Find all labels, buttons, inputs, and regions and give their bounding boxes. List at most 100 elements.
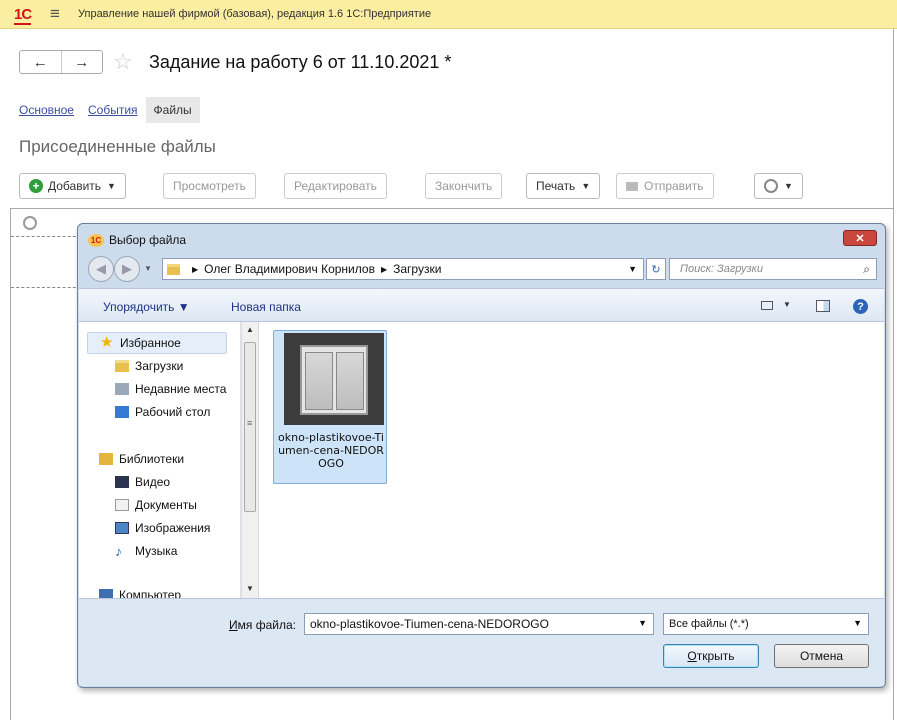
navigation-scrollbar[interactable]: ▲ ≡ ▼	[241, 322, 258, 598]
tab-events[interactable]: События	[88, 103, 138, 117]
nav-favorites[interactable]: ★ Избранное	[87, 332, 227, 354]
nav-desktop-label: Рабочий стол	[135, 405, 211, 419]
back-arrow-icon[interactable]: ←	[20, 51, 61, 73]
chevron-down-icon: ▼	[107, 181, 116, 191]
file-name: okno-plastikovoe-Tiumen-cena-NEDOROGO	[278, 431, 384, 470]
command-bar: Упорядочить ▼ Новая папка ▼ ?	[79, 288, 884, 322]
organize-menu[interactable]: Упорядочить ▼	[103, 300, 190, 314]
document-title: Задание на работу 6 от 11.10.2021 *	[149, 52, 452, 72]
close-button[interactable]: ✕	[843, 230, 877, 246]
breadcrumb-separator-icon[interactable]: ▶	[381, 265, 387, 274]
view-mode-icon[interactable]	[761, 301, 773, 310]
print-button-label: Печать	[536, 179, 576, 193]
preview-pane-icon[interactable]	[816, 300, 830, 312]
nav-computer[interactable]: Компьютер	[99, 588, 181, 598]
filename-value: okno-plastikovoe-Tiumen-cena-NEDOROGO	[310, 617, 549, 631]
more-icon	[764, 179, 778, 193]
app-titlebar: 1С ≡ Управление нашей фирмой (базовая), …	[0, 0, 897, 29]
search-icon[interactable]: ⌕	[863, 262, 870, 277]
scroll-down-icon[interactable]: ▼	[246, 584, 254, 593]
star-icon: ★	[100, 334, 114, 351]
nav-downloads[interactable]: Загрузки	[115, 359, 183, 373]
computer-icon	[99, 589, 113, 598]
window-photo-icon	[300, 345, 368, 415]
nav-desktop[interactable]: Рабочий стол	[115, 405, 210, 419]
downloads-folder-icon	[167, 263, 180, 275]
back-arrow-icon: ◀	[96, 261, 106, 276]
tab-files[interactable]: Файлы	[145, 96, 200, 123]
nav-music[interactable]: ♪ Музыка	[115, 544, 177, 558]
open-button[interactable]: Открыть	[663, 644, 759, 668]
nav-recent-label: Недавние места	[135, 382, 227, 396]
breadcrumb-user[interactable]: Олег Владимирович Корнилов	[204, 262, 375, 276]
nav-images[interactable]: Изображения	[115, 521, 210, 535]
nav-recent[interactable]: Недавние места	[115, 382, 226, 396]
documents-icon	[115, 499, 129, 511]
recent-places-icon	[115, 383, 129, 395]
music-note-icon: ♪	[115, 543, 122, 559]
more-button[interactable]: ▼	[754, 173, 803, 199]
nav-libraries[interactable]: Библиотеки	[99, 452, 184, 466]
libraries-icon	[99, 453, 113, 465]
nav-music-label: Музыка	[135, 544, 178, 558]
send-button[interactable]: Отправить	[616, 173, 714, 199]
chevron-down-icon: ▼	[853, 618, 862, 628]
scroll-grip-icon: ≡	[247, 418, 253, 428]
filetype-select[interactable]: Все файлы (*.*) ▼	[663, 613, 869, 635]
list-row-empty[interactable]	[11, 236, 81, 288]
nav-downloads-label: Загрузки	[135, 359, 184, 373]
file-thumbnail	[284, 333, 384, 425]
images-icon	[115, 522, 129, 534]
edit-button[interactable]: Редактировать	[284, 173, 387, 199]
envelope-icon	[626, 181, 638, 191]
plus-icon: +	[29, 179, 43, 193]
window-border	[893, 29, 897, 720]
dialog-title: 1С Выбор файла	[88, 233, 186, 247]
new-folder-button[interactable]: Новая папка	[231, 300, 301, 314]
chevron-down-icon[interactable]: ▼	[638, 618, 647, 628]
help-icon[interactable]: ?	[853, 299, 868, 314]
chevron-down-icon: ▼	[784, 181, 793, 191]
nav-images-label: Изображения	[135, 521, 211, 535]
forward-arrow-icon[interactable]: →	[60, 51, 103, 73]
address-bar[interactable]: ▶ Олег Владимирович Корнилов ▶ Загрузки …	[162, 258, 644, 280]
back-button[interactable]: ◀	[88, 256, 114, 282]
search-input[interactable]: Поиск: Загрузки ⌕	[669, 258, 877, 280]
dialog-title-text: Выбор файла	[109, 233, 187, 247]
filename-label: Имя файла:	[229, 618, 296, 632]
tab-main[interactable]: Основное	[19, 103, 74, 117]
nav-documents[interactable]: Документы	[115, 498, 197, 512]
chevron-down-icon[interactable]: ▼	[628, 264, 637, 274]
nav-libraries-label: Библиотеки	[119, 452, 185, 466]
list-status-icon	[23, 216, 37, 230]
breadcrumb-downloads[interactable]: Загрузки	[393, 262, 441, 276]
view-button[interactable]: Просмотреть	[163, 173, 256, 199]
chevron-down-icon: ▼	[581, 181, 591, 191]
chevron-down-icon[interactable]: ▼	[783, 300, 791, 309]
video-icon	[115, 476, 129, 488]
refresh-icon: ↻	[651, 263, 661, 276]
file-dialog: 1С Выбор файла ✕ ◀ ▶ ▼ ▶ Олег Владимиров…	[77, 223, 886, 688]
cancel-button[interactable]: Отмена	[774, 644, 869, 668]
refresh-button[interactable]: ↻	[646, 258, 666, 280]
close-icon: ✕	[855, 232, 865, 245]
menu-icon[interactable]: ≡	[50, 4, 60, 24]
add-button[interactable]: + Добавить ▼	[19, 173, 126, 199]
app-title: Управление нашей фирмой (базовая), редак…	[78, 8, 432, 20]
history-dropdown-icon[interactable]: ▼	[144, 264, 152, 273]
nav-video[interactable]: Видео	[115, 475, 170, 489]
send-button-label: Отправить	[644, 179, 704, 193]
app-logo-icon: 1С	[88, 233, 104, 247]
scroll-up-icon[interactable]: ▲	[246, 325, 254, 334]
nav-documents-label: Документы	[135, 498, 197, 512]
section-title: Присоединенные файлы	[19, 137, 216, 156]
finish-button[interactable]: Закончить	[425, 173, 503, 199]
history-nav: ← →	[19, 50, 103, 74]
favorite-star-icon[interactable]: ☆	[113, 49, 133, 75]
app-logo[interactable]: 1С	[14, 6, 32, 25]
filename-input[interactable]: okno-plastikovoe-Tiumen-cena-NEDOROGO ▼	[304, 613, 654, 635]
print-button[interactable]: Печать ▼	[526, 173, 601, 199]
breadcrumb-separator-icon[interactable]: ▶	[192, 265, 198, 274]
file-item[interactable]: okno-plastikovoe-Tiumen-cena-NEDOROGO	[273, 330, 387, 484]
forward-button[interactable]: ▶	[114, 256, 140, 282]
